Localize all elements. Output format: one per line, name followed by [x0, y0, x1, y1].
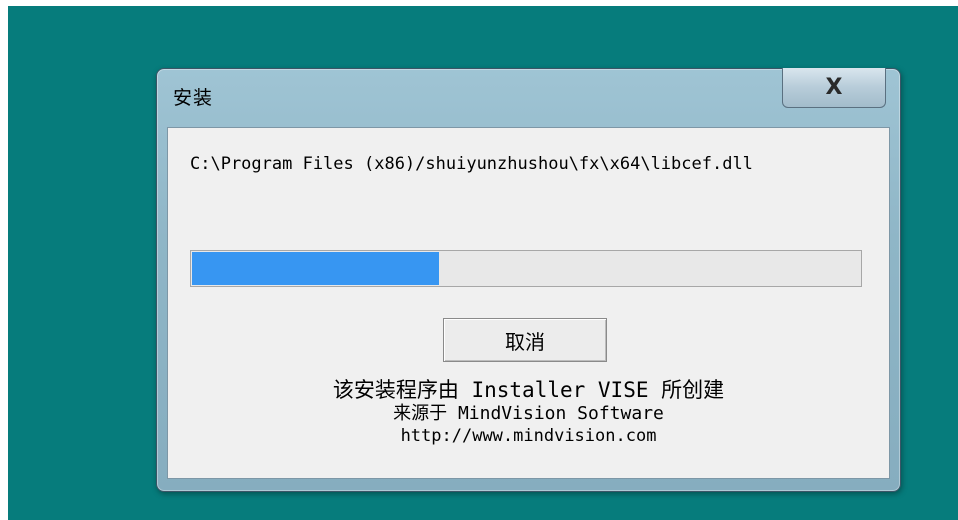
dialog-client-area: C:\Program Files (x86)/shuiyunzhushou\fx… — [167, 127, 890, 479]
credit-created-by: 该安装程序由 Installer VISE 所创建 — [332, 378, 725, 402]
progress-fill — [192, 252, 439, 285]
window-title: 安装 — [173, 87, 214, 109]
installer-credits: 该安装程序由 Installer VISE 所创建 来源于 MindVision… — [168, 376, 889, 449]
credit-source: 来源于 MindVision Software — [393, 403, 664, 424]
cancel-button[interactable]: 取消 — [443, 318, 607, 362]
install-progress-bar — [190, 250, 862, 287]
close-button[interactable]: X — [782, 68, 886, 108]
credit-url: http://www.mindvision.com — [400, 426, 657, 446]
installer-dialog: 安装 X C:\Program Files (x86)/shuiyunzhush… — [156, 68, 901, 492]
close-icon: X — [825, 74, 843, 100]
current-file-path: C:\Program Files (x86)/shuiyunzhushou\fx… — [190, 154, 753, 174]
